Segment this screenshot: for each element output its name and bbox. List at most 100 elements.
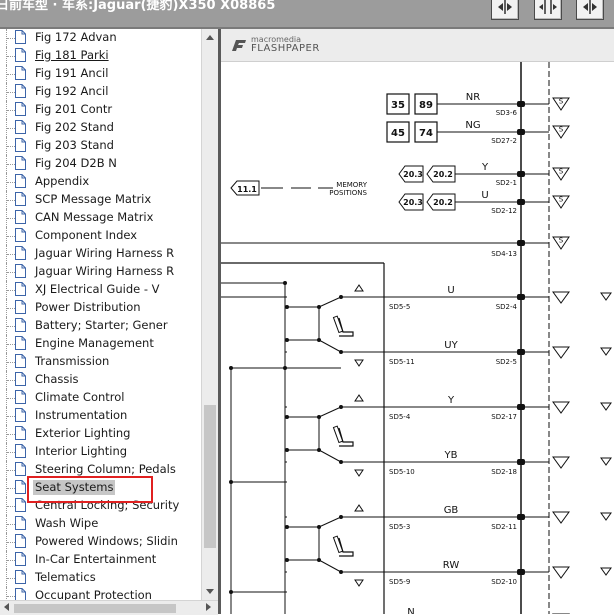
document-icon xyxy=(15,282,26,296)
tree-item[interactable]: Fig 201 Contr xyxy=(0,101,201,119)
tree-item[interactable]: Fig 181 Parki xyxy=(0,47,201,65)
document-icon xyxy=(15,30,26,44)
reference-label: 20.2 xyxy=(433,198,453,207)
tree-item[interactable]: Climate Control xyxy=(0,389,201,407)
tree-item-label: Occupant Protection xyxy=(35,588,152,600)
pin-label: SD2-5 xyxy=(496,358,517,366)
tree-connector xyxy=(7,470,15,471)
tree-item-label: Chassis xyxy=(35,372,79,386)
tree-item-label: CAN Message Matrix xyxy=(35,210,154,224)
ground-label: S xyxy=(559,98,564,106)
tree-item[interactable]: Transmission xyxy=(0,353,201,371)
wire-line xyxy=(318,559,342,573)
next-page-icon xyxy=(583,0,597,14)
pin-label: SD2-4 xyxy=(496,303,518,311)
document-icon xyxy=(15,246,26,260)
tree-connector xyxy=(7,254,15,255)
wire-line xyxy=(318,339,342,353)
document-icon xyxy=(15,228,26,242)
tree-item[interactable]: Exterior Lighting xyxy=(0,425,201,443)
scroll-right-icon[interactable] xyxy=(203,601,215,614)
tree-connector xyxy=(7,506,15,507)
tree-item[interactable]: In-Car Entertainment xyxy=(0,551,201,569)
tree-connector xyxy=(6,587,7,600)
tree-item-label: Steering Column; Pedals xyxy=(35,462,176,476)
scroll-left-icon[interactable] xyxy=(1,601,13,614)
tree-item[interactable]: CAN Message Matrix xyxy=(0,209,201,227)
document-icon xyxy=(15,102,26,116)
wire-color-label: YB xyxy=(444,450,458,461)
previous-page-button[interactable] xyxy=(491,0,519,20)
scroll-down-icon[interactable] xyxy=(202,584,219,598)
tree-item-label: Power Distribution xyxy=(35,300,141,314)
document-icon xyxy=(15,426,26,440)
tree-item[interactable]: Appendix xyxy=(0,173,201,191)
document-icon xyxy=(15,534,26,548)
tree-item[interactable]: Instrumentation xyxy=(0,407,201,425)
document-icon xyxy=(15,498,26,512)
tree-item[interactable]: Fig 204 D2B N xyxy=(0,155,201,173)
tree-hscrollbar-thumb[interactable] xyxy=(14,604,176,613)
tree-connector xyxy=(7,38,15,39)
fit-page-button[interactable] xyxy=(534,0,562,20)
memory-label: POSITIONS xyxy=(329,189,367,197)
tree-item[interactable]: Component Index xyxy=(0,227,201,245)
tree-item[interactable]: SCP Message Matrix xyxy=(0,191,201,209)
tree-item[interactable]: Fig 202 Stand xyxy=(0,119,201,137)
tree-connector xyxy=(7,92,15,93)
document-icon xyxy=(15,300,26,314)
wire-color-label: U xyxy=(481,190,488,201)
tree-item[interactable]: Fig 172 Advan xyxy=(0,29,201,47)
document-icon xyxy=(15,552,26,566)
tree-connector xyxy=(7,380,15,381)
tree-item-label: Battery; Starter; Gener xyxy=(35,318,168,332)
tree-item[interactable]: Telematics xyxy=(0,569,201,587)
tree-item[interactable]: Engine Management xyxy=(0,335,201,353)
wire-color-label: U xyxy=(447,285,454,296)
tree-connector xyxy=(7,434,15,435)
wire-color-label: N xyxy=(407,607,414,614)
tree-connector xyxy=(7,290,15,291)
tree-connector xyxy=(7,74,15,75)
junction-dot xyxy=(283,366,287,370)
tree-item-label: Fig 204 D2B N xyxy=(35,156,117,170)
tree-vertical-scrollbar[interactable] xyxy=(201,29,219,600)
wire-line xyxy=(318,406,342,418)
tree-connector xyxy=(7,182,15,183)
tree-item[interactable]: Power Distribution xyxy=(0,299,201,317)
tree-item[interactable]: Interior Lighting xyxy=(0,443,201,461)
junction-dot xyxy=(285,305,289,309)
wire-line xyxy=(318,296,342,308)
tree-item[interactable]: Occupant Protection xyxy=(0,587,201,600)
tree-item[interactable]: Chassis xyxy=(0,371,201,389)
tree-item[interactable]: Jaguar Wiring Harness R xyxy=(0,263,201,281)
tree-connector xyxy=(7,164,15,165)
tree-item[interactable]: Fig 191 Ancil xyxy=(0,65,201,83)
tree-item[interactable]: Powered Windows; Slidin xyxy=(0,533,201,551)
tree-item[interactable]: Battery; Starter; Gener xyxy=(0,317,201,335)
tree-item[interactable]: XJ Electrical Guide - V xyxy=(0,281,201,299)
tree-item[interactable]: Jaguar Wiring Harness R xyxy=(0,245,201,263)
tree-item-label: Fig 201 Contr xyxy=(35,102,113,116)
ground-triangle xyxy=(552,346,570,359)
tree-item[interactable]: Fig 203 Stand xyxy=(0,137,201,155)
tree-item[interactable]: Wash Wipe xyxy=(0,515,201,533)
tree-item-label: Engine Management xyxy=(35,336,154,350)
direction-arrow-icon xyxy=(600,402,612,411)
tree-scrollbar-thumb[interactable] xyxy=(204,405,216,548)
next-page-button[interactable] xyxy=(576,0,604,20)
document-icon xyxy=(15,48,26,62)
reference-label: 11.1 xyxy=(237,185,257,194)
tree-item[interactable]: Fig 192 Ancil xyxy=(0,83,201,101)
tree-item-label: Instrumentation xyxy=(35,408,128,422)
direction-arrow-icon xyxy=(600,567,612,576)
tree-horizontal-scrollbar[interactable] xyxy=(0,600,218,615)
scroll-up-icon[interactable] xyxy=(202,31,219,45)
tree-connector xyxy=(7,272,15,273)
pin-label: SD2-12 xyxy=(491,207,517,215)
direction-arrow-icon xyxy=(600,347,612,356)
document-icon xyxy=(15,174,26,188)
tree-connector xyxy=(7,344,15,345)
tree-item-label: Fig 172 Advan xyxy=(35,30,117,44)
wiring-diagram[interactable]: RRDLRD3589NRSD3-6S4574NGSD27-2S11.1MEMOR… xyxy=(221,62,614,614)
